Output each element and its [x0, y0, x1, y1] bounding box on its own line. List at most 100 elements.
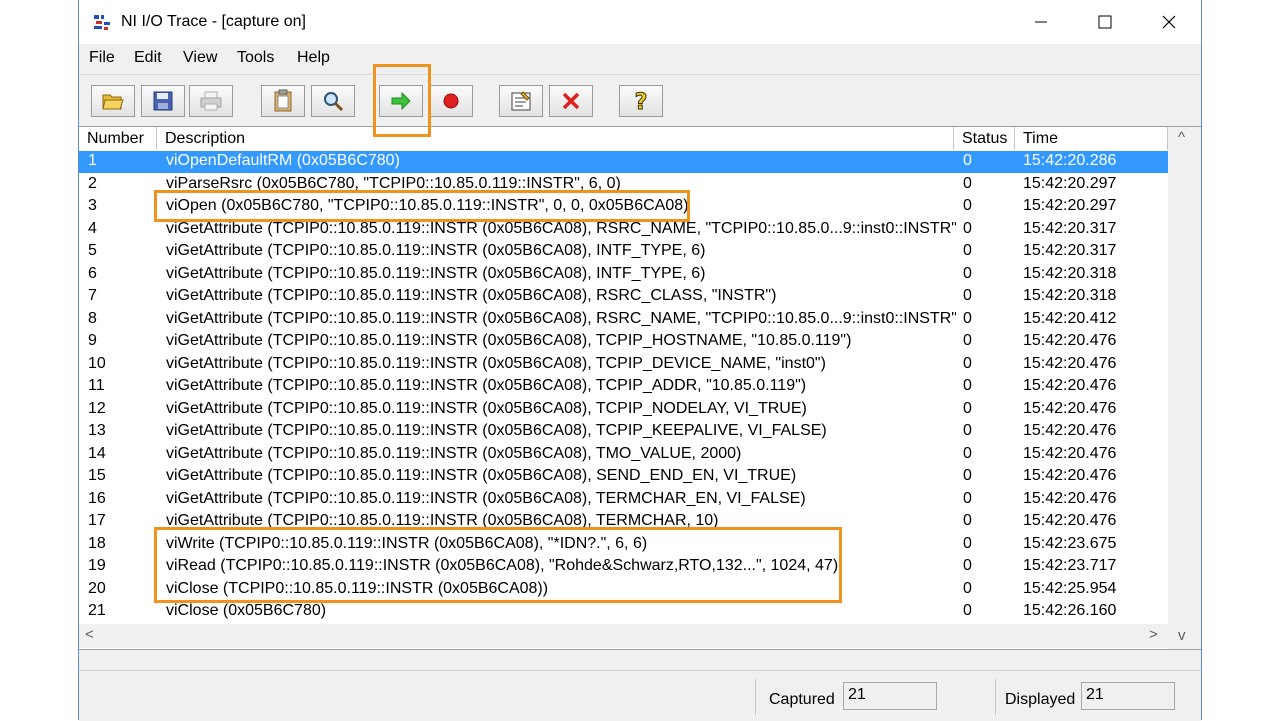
- print-button[interactable]: [189, 85, 233, 117]
- copy-button[interactable]: [261, 85, 305, 117]
- cell-number: 3: [88, 197, 97, 214]
- cell-number: 18: [88, 534, 106, 552]
- cell-number: 17: [88, 512, 106, 529]
- find-button[interactable]: [311, 85, 355, 117]
- help-button[interactable]: ?: [619, 85, 663, 117]
- cell-number: 20: [88, 579, 106, 597]
- cell-status: 0: [963, 467, 972, 484]
- displayed-label: Displayed: [1005, 691, 1076, 708]
- cell-description: viRead (TCPIP0::10.85.0.119::INSTR (0x05…: [166, 557, 839, 574]
- cell-time: 15:42:20.476: [1023, 512, 1117, 529]
- menu-view[interactable]: View: [183, 49, 217, 67]
- cell-number: 5: [88, 242, 97, 259]
- cell-description: viGetAttribute (TCPIP0::10.85.0.119::INS…: [166, 467, 797, 484]
- cell-description: viClose (TCPIP0::10.85.0.119::INSTR (0x0…: [166, 579, 549, 597]
- column-header-status[interactable]: Status: [954, 127, 1015, 150]
- cell-description: viOpen (0x05B6C780, "TCPIP0::10.85.0.119…: [166, 197, 689, 214]
- scroll-left-icon[interactable]: <: [85, 626, 94, 643]
- table-row[interactable]: 8 viGetAttribute (TCPIP0::10.85.0.119::IN…: [79, 309, 1168, 331]
- table-row[interactable]: 10 viGetAttribute (TCPIP0::10.85.0.119::I…: [79, 354, 1168, 376]
- column-header-number[interactable]: Number: [79, 127, 157, 150]
- cell-description: viWrite (TCPIP0::10.85.0.119::INSTR (0x0…: [166, 534, 648, 552]
- table-row[interactable]: 21 viClose (0x05B6C780) 0 15:42:26.160: [79, 601, 1168, 623]
- column-header-time[interactable]: Time: [1015, 127, 1168, 150]
- cell-status: 0: [963, 602, 972, 619]
- cell-time: 15:42:20.476: [1023, 444, 1117, 462]
- cell-number: 11: [88, 377, 105, 394]
- maximize-button[interactable]: [1073, 0, 1137, 44]
- cell-description: viGetAttribute (TCPIP0::10.85.0.119::INS…: [166, 354, 826, 372]
- cell-number: 15: [88, 467, 106, 484]
- cell-number: 7: [88, 287, 97, 304]
- table-row[interactable]: 18 viWrite (TCPIP0::10.85.0.119::INSTR (0…: [79, 534, 1168, 556]
- status-divider: [755, 679, 756, 715]
- table-row[interactable]: 5 viGetAttribute (TCPIP0::10.85.0.119::IN…: [79, 241, 1168, 263]
- scroll-up-icon[interactable]: ^: [1178, 129, 1185, 146]
- table-row[interactable]: 11 viGetAttribute (TCPIP0::10.85.0.119::I…: [79, 376, 1168, 398]
- table-row[interactable]: 7 viGetAttribute (TCPIP0::10.85.0.119::IN…: [79, 286, 1168, 308]
- scroll-down-icon[interactable]: v: [1178, 627, 1186, 644]
- cell-status: 0: [963, 512, 972, 529]
- printer-icon: [200, 91, 222, 111]
- properties-icon: [511, 91, 531, 111]
- cell-number: 16: [88, 489, 106, 507]
- table-row[interactable]: 17 viGetAttribute (TCPIP0::10.85.0.119::I…: [79, 511, 1168, 533]
- clear-button[interactable]: [549, 85, 593, 117]
- menu-edit[interactable]: Edit: [134, 49, 162, 67]
- table-row[interactable]: 2 viParseRsrc (0x05B6C780, "TCPIP0::10.85…: [79, 174, 1168, 196]
- cell-time: 15:42:20.476: [1023, 354, 1117, 372]
- cell-status: 0: [963, 534, 972, 552]
- table-row[interactable]: 3 viOpen (0x05B6C780, "TCPIP0::10.85.0.11…: [79, 196, 1168, 218]
- menu-help[interactable]: Help: [297, 49, 330, 67]
- captured-label: Captured: [769, 691, 835, 708]
- stop-capture-button[interactable]: [429, 85, 473, 117]
- cell-description: viGetAttribute (TCPIP0::10.85.0.119::INS…: [166, 264, 706, 282]
- cell-status: 0: [963, 557, 972, 574]
- column-header-description[interactable]: Description: [157, 127, 954, 150]
- window-title: NI I/O Trace - [capture on]: [121, 13, 306, 30]
- table-row[interactable]: 13 viGetAttribute (TCPIP0::10.85.0.119::I…: [79, 421, 1168, 443]
- save-button[interactable]: [141, 85, 185, 117]
- cell-description: viGetAttribute (TCPIP0::10.85.0.119::INS…: [166, 219, 956, 237]
- captured-count: 21: [843, 682, 937, 710]
- options-button[interactable]: [499, 85, 543, 117]
- table-row[interactable]: 9 viGetAttribute (TCPIP0::10.85.0.119::IN…: [79, 331, 1168, 353]
- cell-time: 15:42:20.317: [1023, 219, 1117, 237]
- table-row[interactable]: 20 viClose (TCPIP0::10.85.0.119::INSTR (0…: [79, 579, 1168, 601]
- ni-io-trace-icon: [94, 15, 110, 30]
- table-row[interactable]: 16 viGetAttribute (TCPIP0::10.85.0.119::I…: [79, 489, 1168, 511]
- menu-file[interactable]: File: [89, 49, 115, 67]
- cell-time: 15:42:20.476: [1023, 377, 1117, 394]
- vertical-scrollbar[interactable]: ^ v: [1168, 127, 1201, 649]
- cell-description: viGetAttribute (TCPIP0::10.85.0.119::INS…: [166, 377, 807, 394]
- app-window: NI I/O Trace - [capture on] File Edit Vi…: [78, 0, 1202, 721]
- trace-list[interactable]: Number Description Status Time 1 viOpenDe…: [79, 126, 1201, 650]
- cell-number: 21: [88, 602, 106, 619]
- close-button[interactable]: [1137, 0, 1201, 44]
- cell-status: 0: [963, 219, 972, 237]
- start-capture-button[interactable]: [379, 85, 423, 117]
- cell-time: 15:42:20.476: [1023, 489, 1117, 507]
- table-row[interactable]: 12 viGetAttribute (TCPIP0::10.85.0.119::I…: [79, 399, 1168, 421]
- cell-number: 9: [88, 332, 97, 349]
- open-button[interactable]: [91, 85, 135, 117]
- cell-number: 14: [88, 444, 106, 462]
- cell-status: 0: [963, 197, 972, 214]
- cell-time: 15:42:20.297: [1023, 197, 1117, 214]
- scroll-right-icon[interactable]: >: [1149, 626, 1158, 643]
- cell-description: viGetAttribute (TCPIP0::10.85.0.119::INS…: [166, 489, 806, 507]
- table-row[interactable]: 6 viGetAttribute (TCPIP0::10.85.0.119::IN…: [79, 264, 1168, 286]
- cell-status: 0: [963, 264, 972, 282]
- question-mark-icon: ?: [634, 90, 648, 114]
- red-dot-icon: [443, 93, 459, 109]
- table-row[interactable]: 14 viGetAttribute (TCPIP0::10.85.0.119::I…: [79, 444, 1168, 466]
- menu-tools[interactable]: Tools: [237, 49, 274, 67]
- table-row[interactable]: 15 viGetAttribute (TCPIP0::10.85.0.119::I…: [79, 466, 1168, 488]
- table-row[interactable]: 19 viRead (TCPIP0::10.85.0.119::INSTR (0x…: [79, 556, 1168, 578]
- minimize-icon: [1035, 21, 1047, 23]
- table-row[interactable]: 4 viGetAttribute (TCPIP0::10.85.0.119::IN…: [79, 219, 1168, 241]
- cell-number: 10: [88, 354, 106, 372]
- horizontal-scrollbar[interactable]: < >: [79, 624, 1168, 648]
- table-row[interactable]: 1 viOpenDefaultRM (0x05B6C780) 0 15:42:20.2…: [79, 151, 1168, 173]
- minimize-button[interactable]: [1009, 0, 1073, 44]
